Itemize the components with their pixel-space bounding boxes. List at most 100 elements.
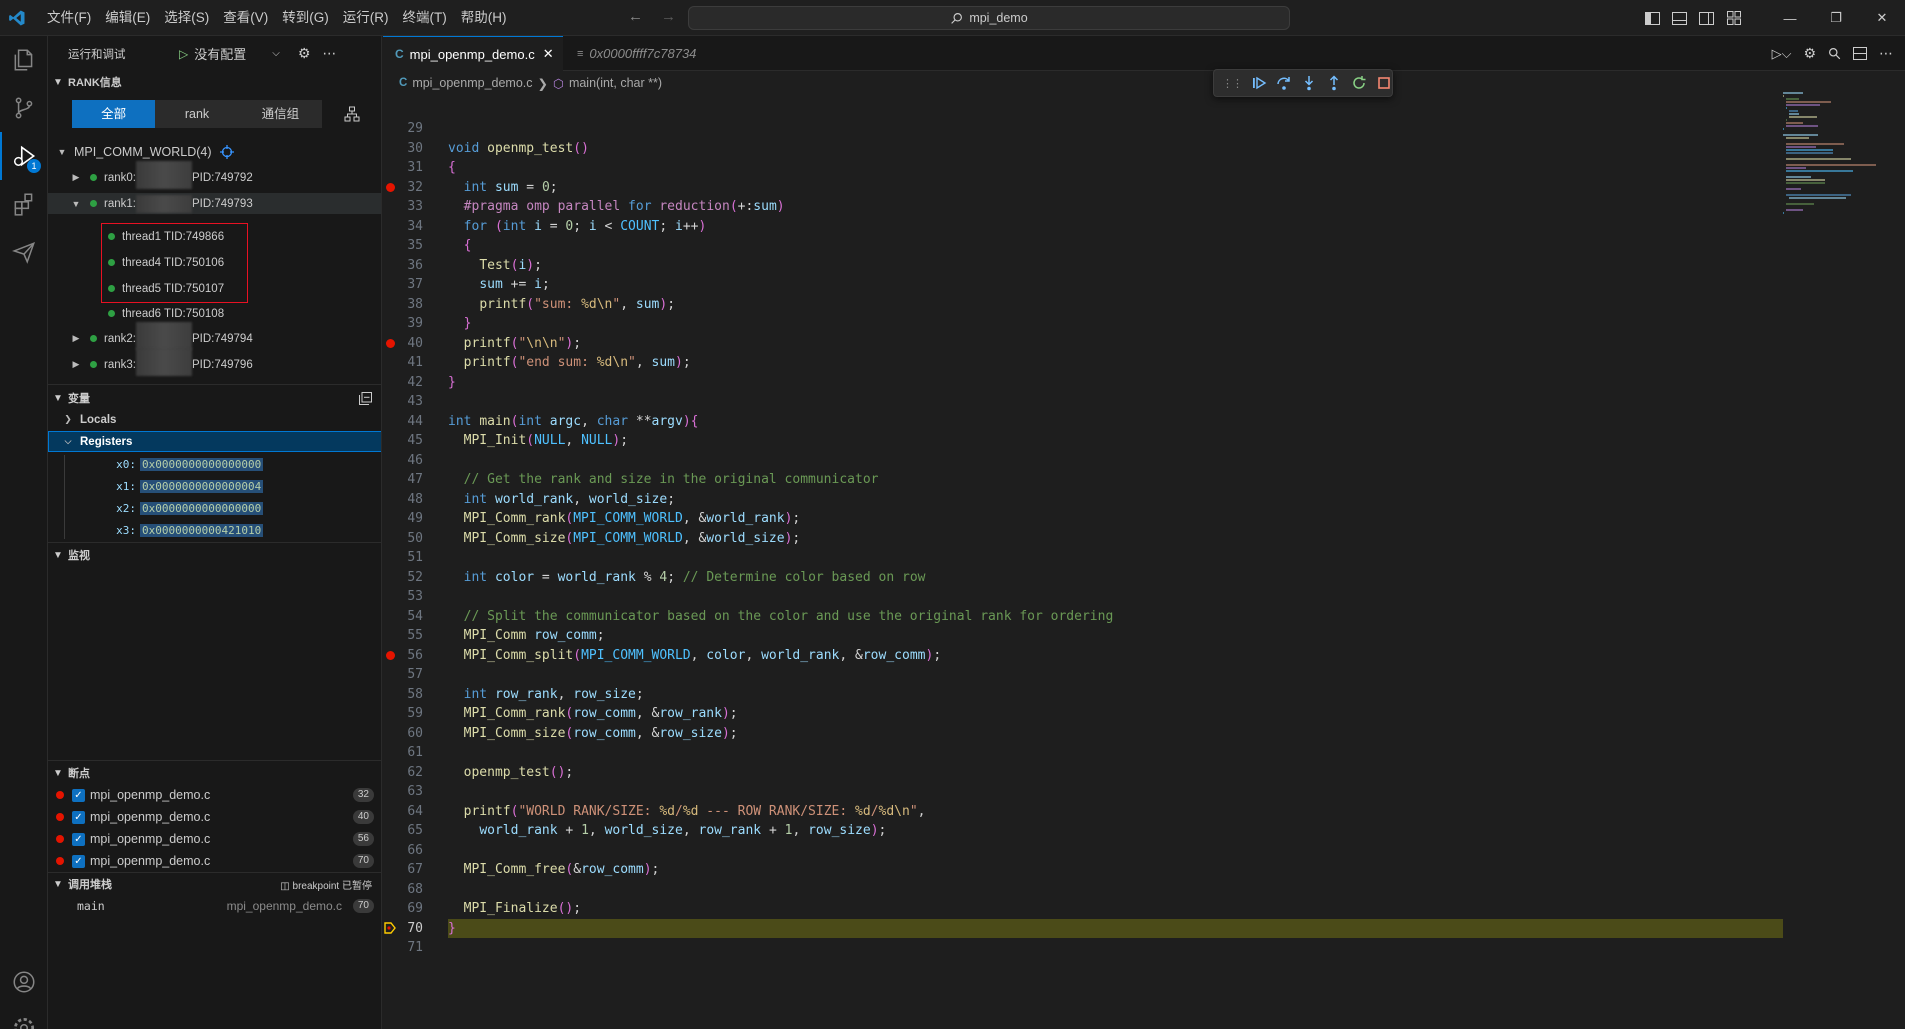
code-line[interactable]: 62 openmp_test(); bbox=[383, 763, 1783, 782]
menu-view[interactable]: 查看(V) bbox=[216, 5, 275, 31]
code-line[interactable]: 30 void openmp_test() bbox=[383, 139, 1783, 158]
editor-settings-gear-icon[interactable]: ⚙ bbox=[1803, 45, 1816, 62]
code-line[interactable]: 64 printf("WORLD RANK/SIZE: %d/%d --- RO… bbox=[383, 802, 1783, 821]
code-line[interactable]: 69 MPI_Finalize(); bbox=[383, 899, 1783, 918]
menu-run[interactable]: 运行(R) bbox=[336, 5, 396, 31]
register-row[interactable]: x2: 0x0000000000000000 bbox=[48, 499, 381, 517]
segment-all[interactable]: 全部 bbox=[72, 100, 156, 128]
breakpoint-checkbox[interactable]: ✓ bbox=[72, 854, 85, 868]
account-icon[interactable] bbox=[0, 958, 48, 1006]
rank-node-0[interactable]: ▶ rank0: PID:749792 bbox=[48, 160, 381, 189]
code-line[interactable]: 34 for (int i = 0; i < COUNT; i++) bbox=[383, 217, 1783, 236]
code-line[interactable]: 49 MPI_Comm_rank(MPI_COMM_WORLD, &world_… bbox=[383, 509, 1783, 528]
code-line[interactable]: 65 world_rank + 1, world_size, row_rank … bbox=[383, 821, 1783, 840]
registers-scope[interactable]: ⌵ Registers bbox=[48, 431, 381, 452]
code-line[interactable]: 44 int main(int argc, char **argv){ bbox=[383, 412, 1783, 431]
toggle-sidebar-icon[interactable] bbox=[1639, 0, 1666, 36]
tab-mpi-openmp-demo[interactable]: C mpi_openmp_demo.c ✕ bbox=[383, 36, 563, 71]
manage-gear-icon[interactable] bbox=[0, 1004, 48, 1029]
code-line[interactable]: 53 bbox=[383, 587, 1783, 606]
code-line[interactable]: 36 Test(i); bbox=[383, 256, 1783, 275]
code-line[interactable]: 54 // Split the communicator based on th… bbox=[383, 607, 1783, 626]
locals-scope[interactable]: ❯ Locals bbox=[48, 409, 381, 430]
extensions-icon[interactable] bbox=[0, 180, 48, 228]
world-communicator-node[interactable]: ▼ MPI_COMM_WORLD(4) bbox=[48, 141, 381, 162]
callstack-frame[interactable]: main mpi_openmp_demo.c 70 bbox=[48, 895, 381, 916]
code-line[interactable]: 61 bbox=[383, 743, 1783, 762]
close-window-icon[interactable]: ✕ bbox=[1859, 0, 1905, 36]
editor-more-actions-icon[interactable]: ⋯ bbox=[1879, 45, 1893, 62]
search-editor-icon[interactable] bbox=[1828, 47, 1841, 60]
collapse-all-icon[interactable] bbox=[359, 391, 372, 405]
restore-icon[interactable]: ❐ bbox=[1813, 0, 1859, 36]
code-line[interactable]: 32 int sum = 0; bbox=[383, 178, 1783, 197]
breakpoint-checkbox[interactable]: ✓ bbox=[72, 810, 85, 824]
customize-layout-icon[interactable] bbox=[1720, 0, 1747, 36]
split-editor-icon[interactable] bbox=[1853, 47, 1867, 60]
breakpoints-section-header[interactable]: ▼ 断点 bbox=[48, 762, 381, 784]
code-line[interactable]: 66 bbox=[383, 841, 1783, 860]
menu-edit[interactable]: 编辑(E) bbox=[98, 5, 157, 31]
minimize-icon[interactable]: — bbox=[1767, 0, 1813, 36]
code-line[interactable]: 63 bbox=[383, 782, 1783, 801]
code-line[interactable]: 47 // Get the rank and size in the origi… bbox=[383, 470, 1783, 489]
code-line[interactable]: 59 MPI_Comm_rank(row_comm, &row_rank); bbox=[383, 704, 1783, 723]
watch-section-header[interactable]: ▼ 监视 bbox=[48, 544, 381, 566]
code-line[interactable]: 56 MPI_Comm_split(MPI_COMM_WORLD, color,… bbox=[383, 646, 1783, 665]
run-debug-icon[interactable]: 1 bbox=[0, 132, 48, 180]
code-line[interactable]: 57 bbox=[383, 665, 1783, 684]
code-line[interactable]: 37 sum += i; bbox=[383, 275, 1783, 294]
code-line[interactable]: 39 } bbox=[383, 314, 1783, 333]
breadcrumb-symbol[interactable]: main(int, char **) bbox=[569, 76, 662, 90]
code-line[interactable]: 38 printf("sum: %d\n", sum); bbox=[383, 295, 1783, 314]
send-icon[interactable] bbox=[0, 228, 48, 276]
run-debug-dropdown-icon[interactable]: ▷⌵ bbox=[1772, 46, 1792, 62]
breakpoint-item[interactable]: ✓ mpi_openmp_demo.c 70 bbox=[48, 852, 381, 870]
thread-node[interactable]: thread4 TID:750106 bbox=[48, 252, 381, 273]
more-actions-icon[interactable]: ⋯ bbox=[322, 45, 336, 62]
code-line[interactable]: 42} bbox=[383, 373, 1783, 392]
code-line[interactable]: 35 { bbox=[383, 236, 1783, 255]
thread-node[interactable]: thread5 TID:750107 bbox=[48, 278, 381, 299]
code-line[interactable]: 68 bbox=[383, 880, 1783, 899]
callstack-section-header[interactable]: ▼ 调用堆栈 ◫ breakpoint 已暂停 bbox=[48, 873, 381, 895]
breadcrumb-file[interactable]: mpi_openmp_demo.c bbox=[412, 76, 532, 90]
code-line[interactable]: 46 bbox=[383, 451, 1783, 470]
code-line[interactable]: 50 MPI_Comm_size(MPI_COMM_WORLD, &world_… bbox=[383, 529, 1783, 548]
menu-help[interactable]: 帮助(H) bbox=[454, 5, 514, 31]
code-line[interactable]: 29 bbox=[383, 119, 1783, 138]
menu-terminal[interactable]: 终端(T) bbox=[396, 5, 454, 31]
close-tab-icon[interactable]: ✕ bbox=[543, 46, 554, 62]
back-arrow-icon[interactable]: ← bbox=[628, 8, 643, 25]
code-line[interactable]: 33 #pragma omp parallel for reduction(+:… bbox=[383, 197, 1783, 216]
code-line[interactable]: 70} bbox=[383, 919, 1783, 938]
code-line[interactable]: 41 printf("end sum: %d\n", sum); bbox=[383, 353, 1783, 372]
code-line[interactable]: 67 MPI_Comm_free(&row_comm); bbox=[383, 860, 1783, 879]
debug-settings-gear-icon[interactable]: ⚙ bbox=[298, 45, 311, 62]
thread-node[interactable]: thread6 TID:750108 bbox=[48, 303, 381, 324]
segment-rank[interactable]: rank bbox=[155, 100, 238, 128]
drag-handle-icon[interactable]: ⋮⋮ bbox=[1222, 77, 1243, 90]
segment-comm-group[interactable]: 通信组 bbox=[239, 100, 322, 128]
rank-node-2[interactable]: ▶ rank2: PID:749794 bbox=[48, 321, 381, 350]
code-line[interactable]: 31 { bbox=[383, 158, 1783, 177]
locate-target-icon[interactable] bbox=[219, 144, 234, 159]
breakpoint-item[interactable]: ✓ mpi_openmp_demo.c 40 bbox=[48, 808, 381, 826]
breakpoint-item[interactable]: ✓ mpi_openmp_demo.c 32 bbox=[48, 786, 381, 804]
code-line[interactable]: 71 bbox=[383, 938, 1783, 957]
rank-node-3[interactable]: ▶ rank3: PID:749796 bbox=[48, 347, 381, 376]
code-line[interactable]: 60 MPI_Comm_size(row_comm, &row_size); bbox=[383, 724, 1783, 743]
breakpoint-checkbox[interactable]: ✓ bbox=[72, 832, 85, 846]
minimap[interactable] bbox=[1783, 89, 1893, 1029]
topology-icon[interactable] bbox=[344, 106, 360, 122]
step-over-icon[interactable] bbox=[1276, 75, 1292, 91]
code-editor[interactable]: 29 30 void openmp_test() 31 {32 int sum = 0;… bbox=[383, 119, 1783, 999]
rank-info-section-header[interactable]: ▼ RANK信息 bbox=[48, 71, 381, 93]
command-center-search[interactable]: mpi_demo bbox=[688, 6, 1290, 30]
code-line[interactable]: 55 MPI_Comm row_comm; bbox=[383, 626, 1783, 645]
register-row[interactable]: x0: 0x0000000000000000 bbox=[48, 455, 381, 473]
code-line[interactable]: 45 MPI_Init(NULL, NULL); bbox=[383, 431, 1783, 450]
explorer-icon[interactable] bbox=[0, 36, 48, 84]
tab-disassembly[interactable]: ≡ 0x0000ffff7c78734 bbox=[563, 36, 713, 71]
step-out-icon[interactable] bbox=[1326, 75, 1342, 91]
